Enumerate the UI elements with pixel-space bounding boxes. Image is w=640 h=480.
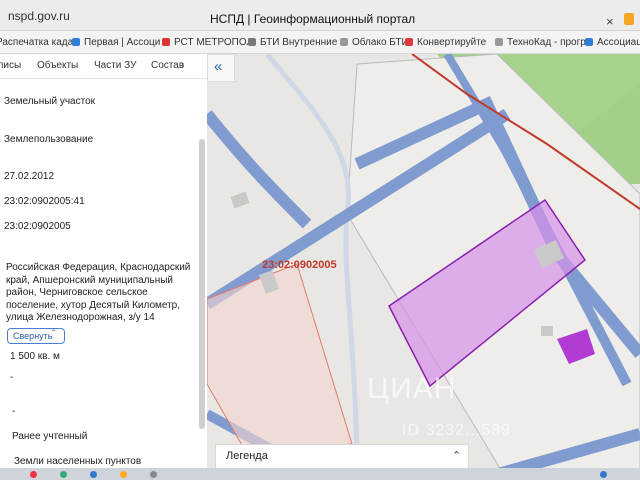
- tab-opisy[interactable]: писы: [0, 60, 21, 71]
- watermark-logo: ЦИАН: [367, 372, 457, 405]
- close-icon[interactable]: ×: [606, 14, 614, 29]
- app-icon[interactable]: [30, 471, 37, 478]
- bookmark-item[interactable]: Облако БТИ: [340, 37, 409, 48]
- chevron-right-icon[interactable]: ›: [181, 60, 184, 71]
- bookmark-item[interactable]: Первая | Ассоци: [72, 37, 160, 48]
- chevron-updown-icon[interactable]: ⌃: [452, 449, 461, 462]
- cloud-icon: [340, 38, 348, 46]
- collapse-label: Свернуть: [13, 331, 53, 341]
- tab-parts[interactable]: Части ЗУ: [94, 60, 136, 71]
- url-text[interactable]: nspd.gov.ru: [8, 9, 70, 23]
- app-icon[interactable]: [120, 471, 127, 478]
- extension-icon[interactable]: [624, 13, 634, 25]
- convert-icon: [405, 38, 413, 46]
- address-text: Российская Федерация, Краснодарский край…: [6, 262, 191, 323]
- empty-value: -: [10, 372, 14, 383]
- cadastral-quarter-label: 23:02:0902005: [262, 259, 337, 271]
- scrollbar[interactable]: [199, 139, 205, 429]
- land-category-value: Земли населенных пунктов: [14, 456, 142, 467]
- legend-panel[interactable]: Легенда ⌃: [215, 444, 469, 470]
- taskbar: [0, 468, 640, 480]
- tab-objects[interactable]: Объекты: [37, 60, 78, 71]
- cadastral-number: 23:02:0902005:41: [4, 196, 85, 207]
- browser-tab-bar: nspd.gov.ru НСПД | Геоинформационный пор…: [0, 0, 640, 31]
- collapse-button[interactable]: Свернуть ˆ: [7, 328, 65, 344]
- page-icon: [162, 38, 170, 46]
- registration-date: 27.02.2012: [4, 171, 55, 182]
- chevron-up-icon: ˆ: [52, 329, 56, 340]
- building: [541, 326, 553, 336]
- app-icon[interactable]: [60, 471, 67, 478]
- road-band: [207, 110, 312, 229]
- empty-value: -: [12, 406, 16, 417]
- panel-tabs: писы Объекты Части ЗУ Состав ›: [0, 54, 207, 79]
- tab-composition[interactable]: Состав: [151, 60, 184, 71]
- bookmark-item[interactable]: РСТ МЕТРОПОЛ: [162, 37, 253, 48]
- legend-label: Легенда: [226, 450, 268, 462]
- bookmark-item[interactable]: Ассоциация: [585, 37, 640, 48]
- bookmarks-bar: Распечатка када Первая | Ассоци РСТ МЕТР…: [0, 31, 640, 54]
- collapse-panel-button[interactable]: «: [207, 54, 235, 82]
- folder-icon: [248, 38, 256, 46]
- bookmark-item[interactable]: Конвертируйте: [405, 37, 486, 48]
- land-use-label: Землепользование: [4, 134, 94, 145]
- app-icon[interactable]: [600, 471, 607, 478]
- cadastral-quarter: 23:02:0902005: [4, 221, 71, 232]
- object-type: Земельный участок: [4, 96, 96, 107]
- building: [230, 191, 250, 209]
- info-panel: писы Объекты Части ЗУ Состав › Земельный…: [0, 54, 207, 480]
- page-icon: [72, 38, 80, 46]
- map-canvas[interactable]: 23:02:0902005 « ЦИАН ID 3232...589 Леген…: [207, 54, 640, 480]
- bookmark-item[interactable]: ТехноКад - прогр: [495, 37, 586, 48]
- app-icon[interactable]: [150, 471, 157, 478]
- watermark-id: ID 3232...589: [402, 422, 512, 439]
- bookmark-item[interactable]: БТИ Внутренние: [248, 37, 337, 48]
- area-value: 1 500 кв. м: [10, 351, 60, 362]
- tab-title[interactable]: НСПД | Геоинформационный портал: [210, 12, 415, 26]
- app-icon[interactable]: [90, 471, 97, 478]
- page-icon: [495, 38, 503, 46]
- status-value: Ранее учтенный: [12, 431, 88, 442]
- double-chevron-left-icon: «: [214, 58, 223, 75]
- bookmark-item[interactable]: Распечатка када: [0, 37, 73, 48]
- page-icon: [585, 38, 593, 46]
